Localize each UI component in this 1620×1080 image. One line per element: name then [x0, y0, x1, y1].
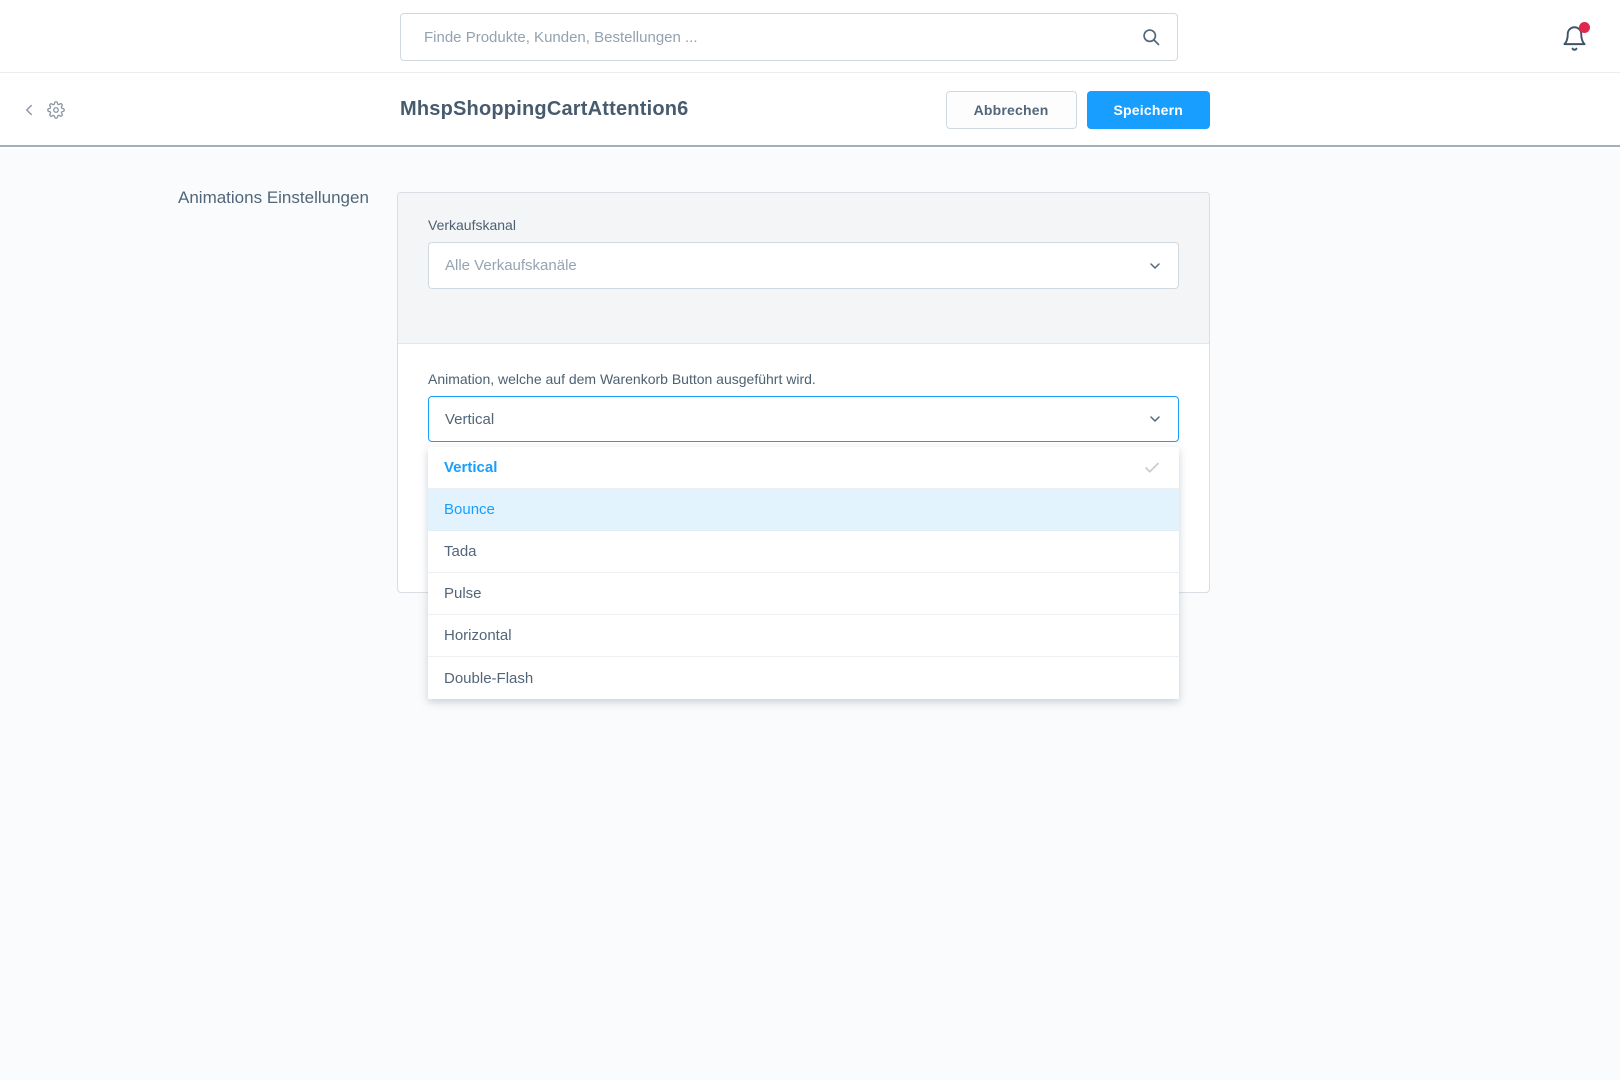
- sales-channel-label: Verkaufskanal: [428, 217, 1179, 233]
- dropdown-option-label: Vertical: [444, 459, 497, 476]
- dropdown-option-tada[interactable]: Tada: [428, 531, 1179, 573]
- smart-bar: MhspShoppingCartAttention6 Abbrechen Spe…: [0, 74, 1620, 147]
- back-button[interactable]: [20, 74, 38, 145]
- animation-label: Animation, welche auf dem Warenkorb Butt…: [428, 371, 1179, 387]
- search-icon[interactable]: [1141, 27, 1161, 47]
- dropdown-option-horizontal[interactable]: Horizontal: [428, 615, 1179, 657]
- search-input[interactable]: [400, 13, 1178, 61]
- chevron-down-icon: [1147, 258, 1163, 274]
- top-header: [0, 0, 1620, 73]
- gear-icon: [47, 101, 65, 119]
- content-area: Animations Einstellungen Verkaufskanal A…: [0, 149, 1620, 1080]
- animation-select[interactable]: Vertical: [428, 396, 1179, 442]
- admin-page: MhspShoppingCartAttention6 Abbrechen Spe…: [0, 0, 1620, 1080]
- sales-channel-section: Verkaufskanal Alle Verkaufskanäle: [398, 193, 1209, 344]
- chevron-left-icon: [20, 101, 38, 119]
- save-button[interactable]: Speichern: [1087, 91, 1211, 129]
- sales-channel-select[interactable]: Alle Verkaufskanäle: [428, 242, 1179, 289]
- sales-channel-placeholder: Alle Verkaufskanäle: [445, 257, 577, 274]
- search-bar[interactable]: [400, 13, 1178, 61]
- dropdown-option-label: Bounce: [444, 501, 495, 518]
- dropdown-option-bounce[interactable]: Bounce: [428, 489, 1179, 531]
- dropdown-option-label: Double-Flash: [444, 670, 533, 687]
- notification-badge: [1579, 22, 1590, 33]
- settings-button[interactable]: [47, 74, 65, 145]
- dropdown-option-vertical[interactable]: Vertical: [428, 447, 1179, 489]
- section-title: Animations Einstellungen: [178, 188, 369, 208]
- notification-bell-button[interactable]: [1561, 25, 1588, 52]
- dropdown-option-label: Pulse: [444, 585, 482, 602]
- check-icon: [1143, 459, 1161, 477]
- animation-select-value: Vertical: [445, 411, 494, 428]
- dropdown-option-label: Horizontal: [444, 627, 512, 644]
- page-title: MhspShoppingCartAttention6: [400, 74, 689, 145]
- cancel-button[interactable]: Abbrechen: [946, 91, 1077, 129]
- dropdown-option-pulse[interactable]: Pulse: [428, 573, 1179, 615]
- chevron-down-icon: [1147, 411, 1163, 427]
- animation-section: Animation, welche auf dem Warenkorb Butt…: [398, 344, 1209, 442]
- dropdown-option-double-flash[interactable]: Double-Flash: [428, 657, 1179, 699]
- smart-bar-actions: Abbrechen Speichern: [946, 74, 1210, 145]
- animation-dropdown: Vertical Bounce Tada Pulse Horizontal Double-…: [428, 447, 1179, 699]
- dropdown-option-label: Tada: [444, 543, 477, 560]
